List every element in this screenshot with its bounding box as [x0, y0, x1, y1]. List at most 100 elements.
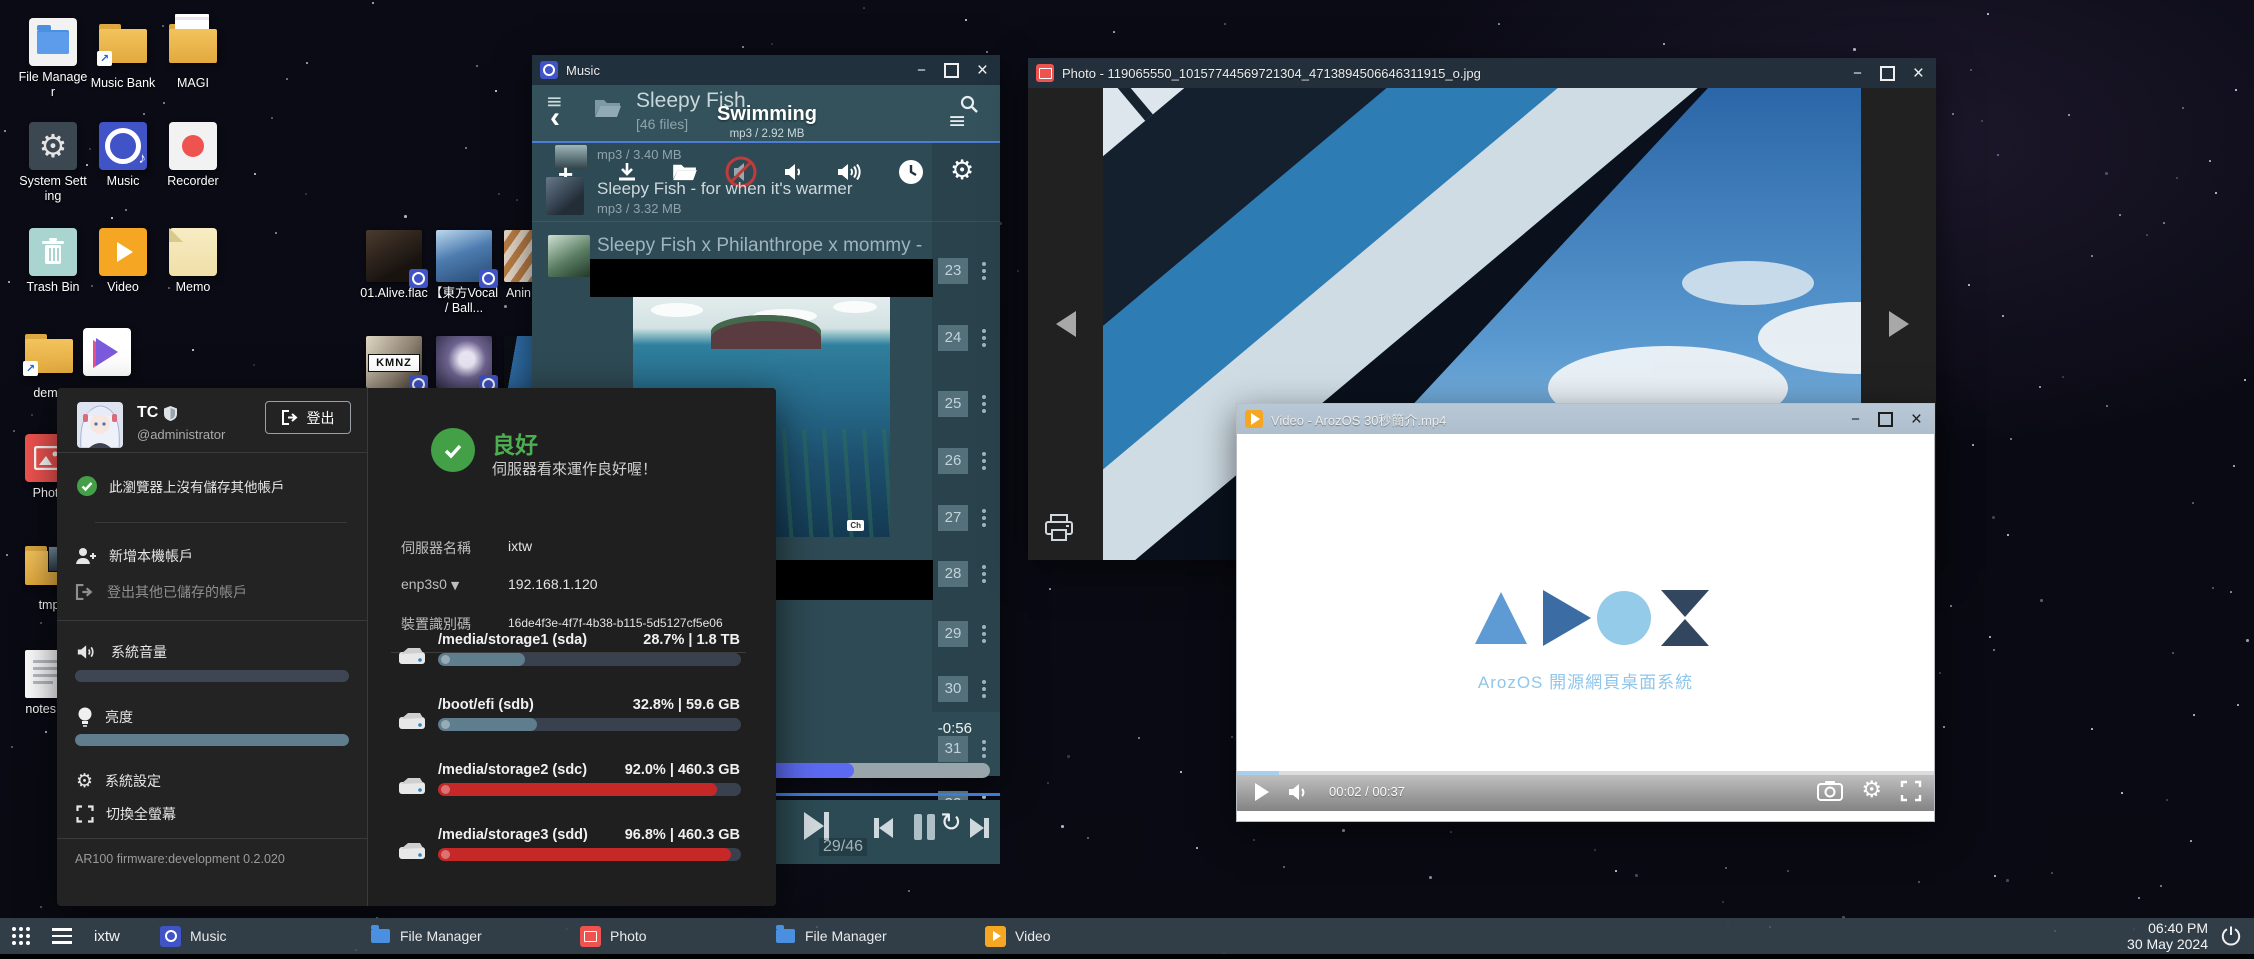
power-icon[interactable] [2220, 925, 2242, 947]
track-row-badge[interactable]: 31 [938, 736, 1000, 762]
volume-slider[interactable] [75, 670, 349, 682]
video-controls-bar: 00:02 / 00:37 ⚙ [1237, 771, 1934, 811]
system-settings-item[interactable]: ⚙ 系統設定 [76, 770, 161, 792]
video-player-body[interactable]: ArozOS 開源網頁桌面系統 00:02 / 00:37 ⚙ [1237, 434, 1934, 819]
repeat-icon[interactable]: ↻ [940, 808, 962, 838]
kebab-menu-icon[interactable] [982, 452, 986, 456]
taskbar-item-photo[interactable]: Photo [570, 918, 657, 954]
kebab-menu-icon[interactable] [982, 329, 986, 333]
video-window-titlebar[interactable]: Video - ArozOS 30秒簡介.mp4 − × [1237, 404, 1934, 434]
track-row-badge[interactable]: 24 [938, 325, 1000, 351]
nic-select[interactable]: enp3s0 ▼ [401, 576, 459, 592]
kebab-menu-icon[interactable] [982, 262, 986, 266]
minimize-button[interactable]: − [1851, 412, 1860, 427]
logout-button[interactable]: 登出 [265, 401, 351, 434]
taskbar-item-video[interactable]: Video [975, 918, 1061, 954]
desktop-icon-trash-bin[interactable]: Trash Bin [18, 228, 88, 295]
fullscreen-icon[interactable] [1900, 780, 1922, 802]
album-art-text: KMNZ [368, 354, 420, 372]
hostname-label[interactable]: ixtw [94, 928, 120, 945]
desktop-icon-media-player[interactable] [72, 328, 142, 376]
taskbar-item-music[interactable]: Music [150, 918, 237, 954]
desktop-icon-music-file-4[interactable]: KMNZ [359, 336, 429, 388]
music-app-icon [540, 61, 558, 79]
fullscreen-icon [76, 805, 94, 823]
now-playing-title: Swimming [682, 103, 852, 126]
video-window: Video - ArozOS 30秒簡介.mp4 − × ArozOS 開源網頁… [1236, 403, 1935, 822]
track-row-badge[interactable]: 30 [938, 676, 1000, 702]
minimize-button[interactable]: − [1853, 66, 1862, 81]
kebab-menu-icon[interactable] [982, 509, 986, 513]
desktop: File Manager ↗ Music Bank MAGI ⚙ System … [0, 0, 2254, 959]
desktop-icon-video-app[interactable]: Video [88, 228, 158, 295]
toggle-fullscreen-item[interactable]: 切換全螢幕 [76, 804, 176, 824]
desktop-icon-magi[interactable]: MAGI [158, 18, 228, 91]
desktop-icon-music-file-2[interactable]: 【東方Vocal / Ball... [429, 230, 499, 316]
previous-photo-arrow-icon[interactable] [1056, 311, 1076, 337]
back-chevron-icon[interactable]: ‹ [550, 103, 560, 133]
close-button[interactable]: × [1913, 64, 1924, 83]
album-art-thumbnail [436, 230, 492, 282]
ip-address-value: 192.168.1.120 [508, 576, 598, 592]
maximize-button[interactable] [1880, 66, 1895, 81]
kebab-menu-icon[interactable] [982, 680, 986, 684]
video-app-icon [99, 228, 147, 276]
desktop-icon-music-file-5[interactable] [429, 336, 499, 388]
avatar[interactable] [77, 402, 123, 448]
music-window-titlebar[interactable]: Music − × [532, 55, 1000, 85]
close-button[interactable]: × [1911, 410, 1922, 429]
desktop-icon-music-file-1[interactable]: 01.Alive.flac [359, 230, 429, 301]
track-row-badge[interactable]: 28 [938, 561, 1000, 587]
maximize-button[interactable] [944, 63, 959, 78]
next-photo-arrow-icon[interactable] [1889, 311, 1909, 337]
desktop-icon-music-app[interactable]: Music [88, 122, 158, 189]
pause-icon[interactable] [914, 814, 935, 840]
maximize-button[interactable] [1878, 412, 1893, 427]
desktop-icon-system-setting[interactable]: ⚙ System Setting [18, 122, 88, 204]
volume-icon[interactable] [1287, 781, 1311, 803]
check-circle-icon [77, 476, 97, 496]
previous-track-icon[interactable] [874, 818, 893, 843]
video-settings-gear-icon[interactable]: ⚙ [1861, 779, 1882, 802]
kebab-menu-icon[interactable] [982, 740, 986, 744]
track-row-badge[interactable]: 29 [938, 621, 1000, 647]
kebab-menu-icon[interactable] [982, 625, 986, 629]
video-seek-bar[interactable] [1237, 771, 1934, 775]
next-track-icon[interactable] [970, 818, 989, 843]
desktop-icon-memo[interactable]: Memo [158, 228, 228, 295]
taskbar-menu-icon[interactable] [52, 928, 72, 944]
snapshot-camera-icon[interactable] [1817, 780, 1843, 802]
track-row-badge[interactable]: 25 [938, 391, 1000, 417]
kebab-menu-icon[interactable] [982, 395, 986, 399]
taskbar-item-file-manager-2[interactable]: File Manager [765, 918, 897, 954]
print-icon[interactable] [1044, 514, 1074, 542]
track-title[interactable]: Sleepy Fish - for when it's warmer [597, 179, 853, 199]
taskbar-item-file-manager[interactable]: File Manager [360, 918, 492, 954]
memo-icon [169, 228, 217, 276]
taskbar-clock[interactable]: 06:40 PM 30 May 2024 [2127, 920, 2208, 952]
track-row-badge[interactable]: 27 [938, 505, 1000, 531]
app-launcher-icon[interactable] [12, 927, 30, 945]
server-status-panel: 良好 伺服器看來運作良好喔！ 伺服器名稱 ixtw enp3s0 ▼ 192.1… [368, 388, 776, 906]
kebab-menu-icon[interactable] [982, 565, 986, 569]
track-row-badge[interactable]: 26 [938, 448, 1000, 474]
close-button[interactable]: × [977, 61, 988, 80]
brightness-slider[interactable] [75, 734, 349, 746]
desktop-icon-music-bank[interactable]: ↗ Music Bank [88, 18, 158, 91]
settings-gear-icon[interactable]: ⚙ [950, 155, 974, 186]
desktop-icon-file-manager[interactable]: File Manager [18, 18, 88, 100]
gear-icon: ⚙ [29, 122, 77, 170]
list-menu-icon[interactable]: ≡ [948, 109, 966, 134]
track-row-badge[interactable]: 23 [938, 258, 1000, 284]
minimize-button[interactable]: − [917, 63, 926, 78]
add-local-account-item[interactable]: 新增本機帳戶 [75, 546, 193, 566]
track-title[interactable]: Sleepy Fish x Philanthrope x mommy - [597, 235, 922, 257]
play-icon[interactable] [1255, 783, 1269, 801]
photo-window-titlebar[interactable]: Photo - 119065550_10157744569721304_4713… [1028, 58, 1936, 88]
logout-saved-accounts-item[interactable]: 登出其他已儲存的帳戶 [75, 582, 247, 602]
window-title: Music [566, 63, 909, 78]
arozos-logo: ArozOS 開源網頁桌面系統 [1237, 582, 1934, 693]
desktop-icon-recorder[interactable]: Recorder [158, 122, 228, 189]
history-clock-icon[interactable] [898, 159, 924, 185]
track-meta: mp3 / 3.32 MB [597, 201, 682, 216]
